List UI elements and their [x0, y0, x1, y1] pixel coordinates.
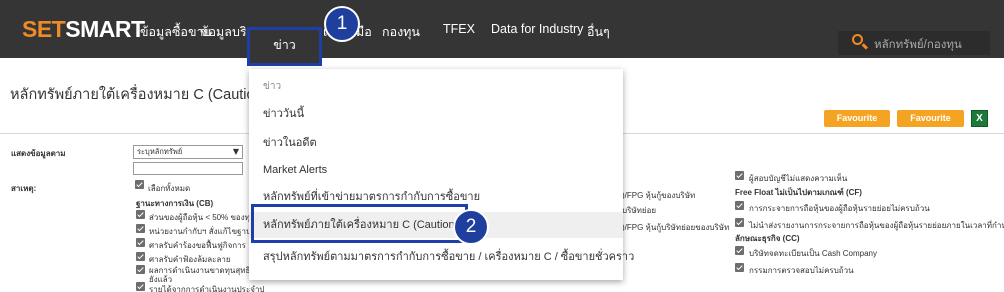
logo-smart: SMART [65, 16, 145, 42]
reason-checkbox[interactable] [136, 224, 145, 233]
display-by-value: ระบุหลักทรัพย์ [137, 147, 183, 156]
favourite-query-button[interactable]: Favourite Query [897, 110, 964, 140]
display-by-select[interactable]: ระบุหลักทรัพย์ ▼ [133, 145, 243, 159]
selected-menu-highlight [251, 204, 468, 243]
reason-item-label: ศาลรับคำร้องขอฟื้นฟูกิจการ [149, 241, 246, 250]
right-item-label: ไม่นำส่งรายงานการกระจายการถือหุ้นของผู้ถ… [749, 221, 1004, 230]
menu-item-summary[interactable]: สรุปหลักทรัพย์ตามมาตรการกำกับการซื้อขาย … [249, 244, 634, 270]
search-placeholder: หลักทรัพย์/กองทุน [874, 39, 962, 51]
reason-checkbox[interactable] [136, 265, 145, 274]
search-box[interactable]: หลักทรัพย์/กองทุน [838, 31, 990, 55]
right-item-label: บริษัทจดทะเบียนเป็น Cash Company [749, 249, 877, 258]
reason-item-label: รายได้จากการดำเนินงานประจำป [149, 285, 265, 292]
news-dropdown-menu: ข่าว ข่าววันนี้ ข่าวในอดีต Market Alerts… [249, 69, 634, 280]
callout-badge-1: 1 [324, 6, 360, 42]
reason-checkbox[interactable] [136, 238, 145, 247]
nav-item-tfex[interactable]: TFEX [443, 22, 475, 36]
reason-checkbox[interactable] [735, 246, 744, 255]
page-title: หลักทรัพย์ภายใต้เครื่องหมาย C (Caution) [10, 87, 268, 103]
menu-item-market-alerts[interactable]: Market Alerts [249, 157, 623, 183]
menu-item-news-today[interactable]: ข่าววันนี้ [249, 101, 623, 127]
reason-item-label: ส่วนของผู้ถือหุ้น < 50% ของทุ [149, 213, 250, 222]
mid-item-label: )/FPG หุ้นกู้บริษัทย่อยของบริษัท [622, 223, 730, 232]
menu-item-news-past[interactable]: ข่าวในอดีต [249, 130, 623, 156]
chevron-down-icon: ▼ [232, 147, 239, 156]
reason-label: สาเหตุ: [11, 184, 37, 193]
reason-checkbox[interactable] [735, 201, 744, 210]
nav-item-others[interactable]: อื่นๆ [587, 22, 610, 42]
display-by-label: แสดงข้อมูลตาม [11, 149, 66, 158]
reason-item-label: หน่วยงานกำกับฯ สั่งแก้ไขฐานะ [149, 227, 256, 236]
cc-section-heading: ลักษณะธุรกิจ (CC) [735, 234, 800, 243]
select-all-label: เลือกทั้งหมด [148, 184, 191, 193]
nav-item-funds[interactable]: กองทุน [382, 22, 420, 42]
menu-item-news-header[interactable]: ข่าว [249, 74, 623, 100]
cb-section-heading: ฐานะทางการเงิน (CB) [136, 199, 214, 208]
favourite-stock-button[interactable]: Favourite Stock [824, 110, 890, 140]
right-item-label: กรรมการตรวจสอบไม่ครบถ้วน [749, 266, 854, 275]
right-item-label: การกระจายการถือหุ้นของผู้ถือหุ้นรายย่อยไ… [749, 204, 930, 213]
reason-checkbox[interactable] [136, 210, 145, 219]
callout-badge-2: 2 [453, 209, 489, 245]
logo-set: SET [22, 16, 66, 42]
ff-section-heading: Free Float ไม่เป็นไปตามเกณฑ์ (CF) [735, 188, 862, 197]
nav-item-news-label: ข่าว [273, 38, 296, 52]
mid-item-label: บริษัทย่อย [622, 206, 657, 215]
select-all-checkbox[interactable] [135, 180, 144, 189]
reason-checkbox[interactable] [735, 171, 744, 180]
top-navigation-bar: SETSMART ข้อมูลซื้อขาย ข้อมูลบริษั เครื่… [0, 0, 1004, 58]
search-icon[interactable] [852, 34, 863, 45]
nav-item-company-data[interactable]: ข้อมูลบริษั [200, 22, 246, 42]
nav-item-data-for-industry[interactable]: Data for Industry [491, 22, 583, 36]
right-item-label: ผู้สอบบัญชีไม่แสดงความเห็น [749, 174, 848, 183]
reason-checkbox[interactable] [735, 263, 744, 272]
nav-item-news[interactable]: ข่าว [247, 27, 322, 66]
excel-export-icon[interactable]: X [971, 110, 988, 127]
reason-checkbox[interactable] [735, 218, 744, 227]
setsmart-logo[interactable]: SETSMART [22, 16, 145, 43]
symbol-input[interactable] [133, 162, 243, 175]
mid-item-label: )/FPG หุ้นกู้ของบริษัท [622, 191, 696, 200]
reason-checkbox[interactable] [136, 252, 145, 261]
reason-checkbox[interactable] [136, 282, 145, 291]
